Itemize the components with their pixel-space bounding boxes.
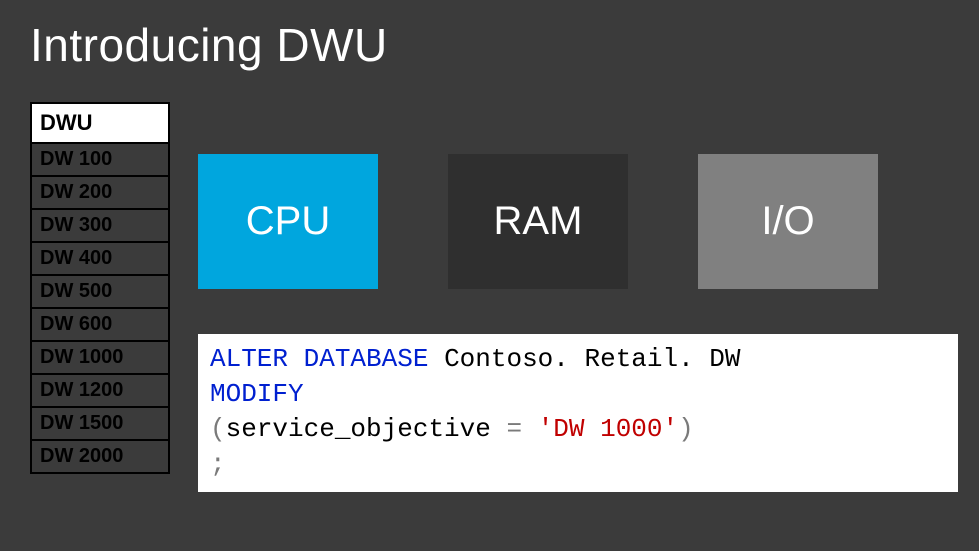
io-tile: I/O [698,154,878,289]
sql-keyword-modify: MODIFY [210,379,304,409]
cpu-tile: CPU [198,154,378,289]
resource-tiles: CPU RAM I/O [198,154,959,289]
dwu-table-header: DWU [30,104,170,144]
dwu-row: DW 400 [30,243,170,276]
slide-title: Introducing DWU [0,0,979,72]
dwu-row: DW 300 [30,210,170,243]
sql-lparen: ( [210,414,226,444]
sql-keyword-database: DATABASE [304,344,429,374]
dwu-table: DWU DW 100 DW 200 DW 300 DW 400 DW 500 D… [30,102,170,474]
sql-db-name: Contoso. Retail. DW [444,344,740,374]
sql-eq: = [506,414,522,444]
dwu-row: DW 2000 [30,441,170,474]
sql-value: 'DW 1000' [538,414,678,444]
slide-content: DWU DW 100 DW 200 DW 300 DW 400 DW 500 D… [30,102,959,531]
sql-keyword-alter: ALTER [210,344,288,374]
dwu-row: DW 600 [30,309,170,342]
sql-rparen: ) [678,414,694,444]
dwu-row: DW 1000 [30,342,170,375]
sql-code-box: ALTER DATABASE Contoso. Retail. DW MODIF… [198,334,958,492]
dwu-row: DW 100 [30,144,170,177]
dwu-row: DW 200 [30,177,170,210]
dwu-row: DW 1500 [30,408,170,441]
sql-param: service_objective [226,414,491,444]
sql-semicolon: ; [210,449,226,479]
ram-tile: RAM [448,154,628,289]
dwu-row: DW 1200 [30,375,170,408]
dwu-row: DW 500 [30,276,170,309]
